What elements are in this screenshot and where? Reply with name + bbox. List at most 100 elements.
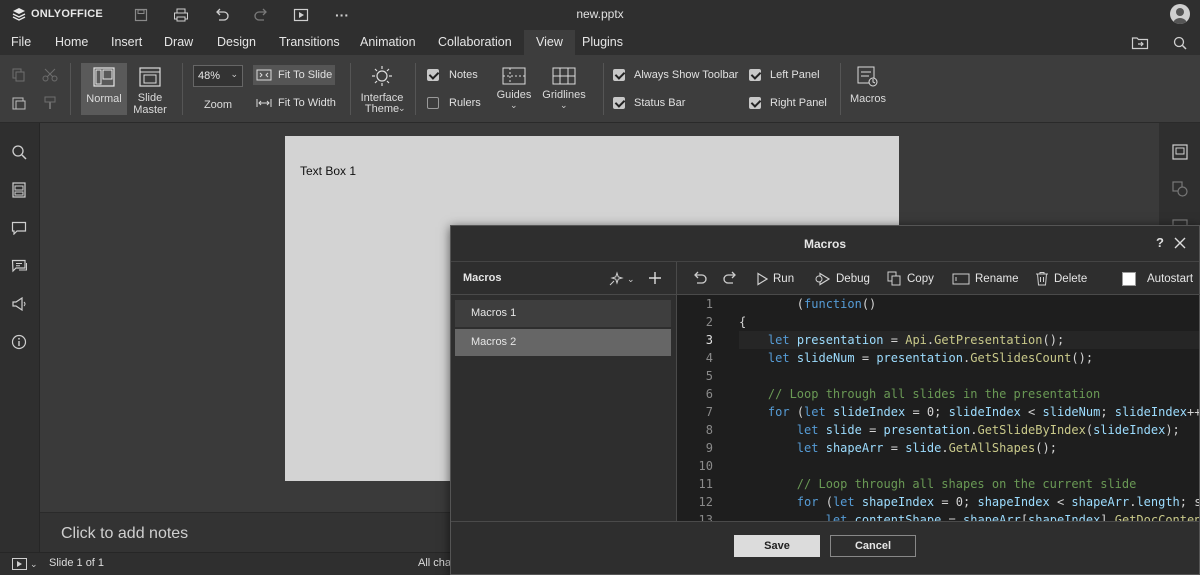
code-editor[interactable]: 1 2 3 4 5 6 7 8 9 10 11 12 13 (function(… xyxy=(677,295,1199,521)
interface-theme-button[interactable]: Interface Theme ⌄ xyxy=(358,63,406,117)
save-button[interactable]: Save xyxy=(734,535,820,557)
save-icon[interactable] xyxy=(131,5,151,25)
gridlines-button[interactable]: Gridlines ⌄ xyxy=(540,63,588,117)
sparkle-icon xyxy=(609,271,624,286)
slide-settings-icon[interactable] xyxy=(1172,144,1188,160)
tab-insert[interactable]: Insert xyxy=(103,30,150,55)
fit-to-slide-icon xyxy=(256,69,272,81)
redo-icon[interactable] xyxy=(722,271,738,285)
undo-icon[interactable] xyxy=(692,271,708,285)
open-location-icon[interactable] xyxy=(1130,33,1150,53)
code-line[interactable] xyxy=(739,457,1199,475)
code-line[interactable]: { xyxy=(739,313,1199,331)
line-number: 10 xyxy=(698,459,713,473)
slideshow-icon[interactable] xyxy=(291,5,311,25)
avatar[interactable] xyxy=(1170,4,1190,24)
copy-icon[interactable] xyxy=(12,68,26,82)
feedback-icon[interactable] xyxy=(11,297,29,311)
always-show-toolbar-check[interactable] xyxy=(613,69,625,81)
tab-transitions[interactable]: Transitions xyxy=(271,30,348,55)
zoom-select[interactable]: 48% ⌄ xyxy=(193,65,243,87)
cut-icon[interactable] xyxy=(42,68,58,82)
tab-file[interactable]: File xyxy=(3,30,39,55)
code-line[interactable]: let presentation = Api.GetPresentation()… xyxy=(739,331,1199,349)
line-number: 5 xyxy=(705,369,713,383)
tab-collaboration[interactable]: Collaboration xyxy=(430,30,520,55)
guides-button[interactable]: Guides ⌄ xyxy=(494,63,534,117)
tab-design[interactable]: Design xyxy=(209,30,264,55)
app-logo[interactable]: ONLYOFFICE xyxy=(12,7,103,21)
always-show-toolbar-checkbox[interactable]: Always Show Toolbar xyxy=(613,69,743,83)
rename-button[interactable]: Rename xyxy=(952,262,1018,295)
shape-settings-icon[interactable] xyxy=(1172,181,1188,197)
notes-checkbox[interactable]: Notes xyxy=(427,69,487,83)
tab-draw[interactable]: Draw xyxy=(156,30,201,55)
autostart-check[interactable] xyxy=(1122,271,1136,286)
slides-icon[interactable] xyxy=(12,182,26,198)
undo-icon[interactable] xyxy=(212,5,232,25)
chat-icon[interactable] xyxy=(11,259,29,273)
cancel-button[interactable]: Cancel xyxy=(830,535,916,557)
tab-home[interactable]: Home xyxy=(47,30,96,55)
notes-check[interactable] xyxy=(427,69,439,81)
start-slideshow-button[interactable]: ⌄ xyxy=(12,558,38,570)
notes-placeholder[interactable]: Click to add notes xyxy=(61,525,188,543)
status-bar-check[interactable] xyxy=(613,97,625,109)
add-macro-icon[interactable] xyxy=(648,271,662,285)
debug-label: Debug xyxy=(836,272,870,285)
debug-button[interactable]: Debug xyxy=(815,262,870,295)
left-panel-check[interactable] xyxy=(749,69,761,81)
tab-plugins[interactable]: Plugins xyxy=(574,30,631,55)
run-button[interactable]: Run xyxy=(756,262,794,295)
code-line[interactable]: // Loop through all shapes on the curren… xyxy=(739,475,1199,493)
dialog-title: Macros xyxy=(451,226,1199,262)
close-icon[interactable] xyxy=(1174,237,1186,249)
search-icon[interactable] xyxy=(1170,33,1190,53)
text-box-1[interactable]: Text Box 1 xyxy=(300,164,356,178)
code-line[interactable] xyxy=(739,367,1199,385)
menu-tabs: File Home Insert Draw Design Transitions… xyxy=(0,30,1200,55)
trash-icon xyxy=(1036,272,1048,286)
code-line[interactable]: (function() xyxy=(739,295,1199,313)
code-line[interactable]: for (let slideIndex = 0; slideIndex < sl… xyxy=(739,403,1199,421)
macro-item-2[interactable]: Macros 2 xyxy=(455,329,671,356)
ai-macro-button[interactable]: ⌄ xyxy=(608,271,635,287)
comments-icon[interactable] xyxy=(11,221,27,235)
macros-button[interactable]: Macros xyxy=(846,63,890,115)
macro-item-1[interactable]: Macros 1 xyxy=(455,300,671,327)
rulers-checkbox[interactable]: Rulers xyxy=(427,97,487,111)
search-icon[interactable] xyxy=(11,144,27,160)
copy-button[interactable]: Copy xyxy=(887,262,934,295)
info-icon[interactable] xyxy=(11,334,27,350)
slide-master-button[interactable]: Slide Master xyxy=(128,63,172,116)
code-line[interactable]: let contentShape = shapeArr[shapeIndex].… xyxy=(739,511,1199,521)
fit-to-slide-button[interactable]: Fit To Slide xyxy=(253,65,335,85)
left-panel-checkbox[interactable]: Left Panel xyxy=(749,69,839,83)
format-painter-icon[interactable] xyxy=(43,96,57,110)
print-icon[interactable] xyxy=(171,5,191,25)
tab-view[interactable]: View xyxy=(524,30,575,55)
code-line[interactable]: let slide = presentation.GetSlideByIndex… xyxy=(739,421,1199,439)
delete-button[interactable]: Delete xyxy=(1035,262,1087,295)
help-icon[interactable]: ? xyxy=(1156,235,1164,250)
right-panel-check[interactable] xyxy=(749,97,761,109)
paste-icon[interactable] xyxy=(12,96,26,110)
code-line[interactable]: let slideNum = presentation.GetSlidesCou… xyxy=(739,349,1199,367)
tab-animation[interactable]: Animation xyxy=(352,30,424,55)
code-line[interactable]: // Loop through all slides in the presen… xyxy=(739,385,1199,403)
code-content[interactable]: (function(){ let presentation = Api.GetP… xyxy=(739,295,1199,521)
fit-to-width-button[interactable]: Fit To Width xyxy=(253,93,343,113)
code-line[interactable]: for (let shapeIndex = 0; shapeIndex < sh… xyxy=(739,493,1199,511)
autostart-checkbox[interactable]: Autostart xyxy=(1122,262,1193,295)
rulers-check[interactable] xyxy=(427,97,439,109)
editor-toolbar: Run Debug Copy Rename Delete Autostart xyxy=(677,262,1200,295)
status-bar-checkbox[interactable]: Status Bar xyxy=(613,97,713,111)
rename-label: Rename xyxy=(975,272,1019,285)
code-line[interactable]: let shapeArr = slide.GetAllShapes(); xyxy=(739,439,1199,457)
right-panel-checkbox[interactable]: Right Panel xyxy=(749,97,839,111)
redo-icon[interactable] xyxy=(251,5,271,25)
normal-view-button[interactable]: Normal xyxy=(81,63,127,115)
more-icon[interactable]: ··· xyxy=(332,5,352,25)
slide-master-label-2: Master xyxy=(133,104,167,116)
ribbon-toolbar: Normal Slide Master 48% ⌄ Zoom Fit To Sl… xyxy=(0,55,1200,123)
